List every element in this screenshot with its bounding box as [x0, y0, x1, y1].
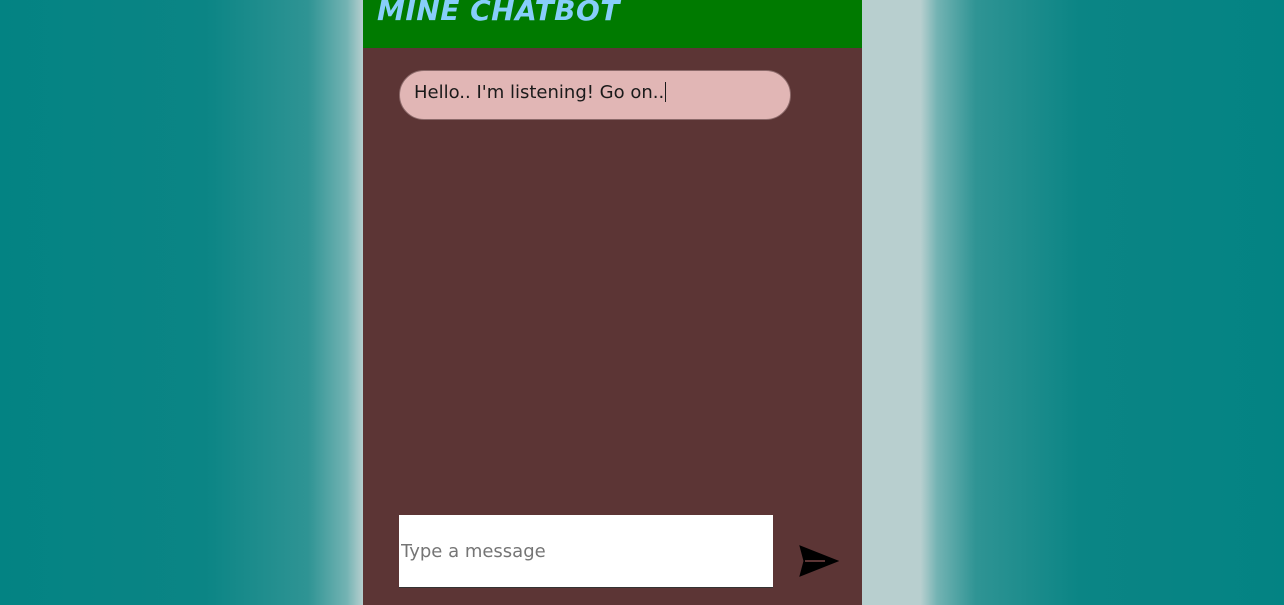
send-arrow-icon: [799, 544, 841, 578]
message-input[interactable]: [399, 515, 773, 588]
text-caret: [665, 82, 667, 102]
bot-message-bubble: Hello.. I'm listening! Go on..: [399, 70, 791, 120]
chat-window: MINE CHATBOT Hello.. I'm listening! Go o…: [363, 0, 862, 605]
send-button[interactable]: [799, 544, 841, 578]
chat-title: MINE CHATBOT: [377, 0, 620, 27]
message-text: Hello.. I'm listening! Go on..: [414, 82, 665, 103]
chat-header: MINE CHATBOT: [363, 0, 862, 48]
